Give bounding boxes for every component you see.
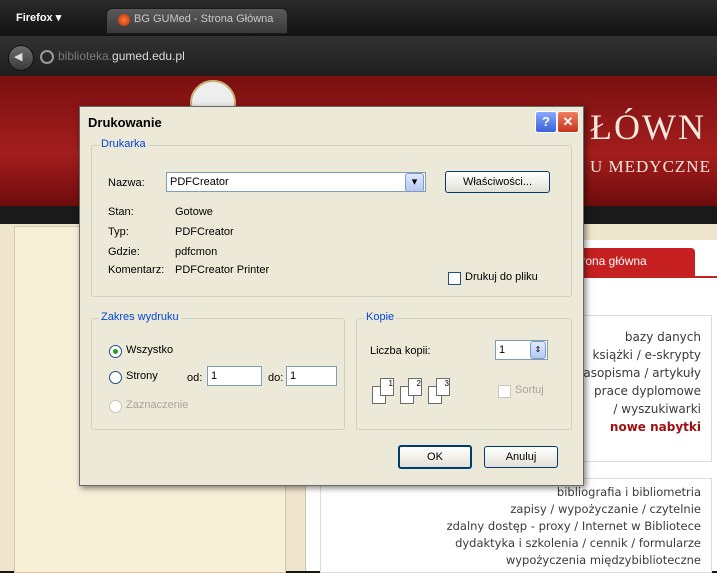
selection-label: Zaznaczenie [126,399,189,411]
printer-group-title: Drukarka [99,138,148,150]
type-label: Typ: [108,226,129,238]
print-range-group-title: Zakres wydruku [99,311,181,323]
collate-page-icon: 1 [380,378,394,396]
properties-button[interactable]: Właściwości... [445,171,550,193]
url-domain: gumed.edu.pl [112,49,185,63]
dialog-title: Drukowanie [88,115,162,130]
link-training[interactable]: dydaktyka i szkolenia / cennik / formula… [455,536,701,550]
to-label: do: [268,372,284,384]
page-range-radio[interactable] [109,371,122,384]
url-subdomain: biblioteka. [58,49,113,63]
collate-page-icon: 3 [436,378,450,396]
copies-value: 1 [499,344,506,356]
link-remote-access[interactable]: zdalny dostęp - proxy / Internet w Bibli… [447,519,701,533]
printer-name-label: Nazwa: [108,177,145,189]
close-button[interactable]: ✕ [557,111,579,133]
link-interlibrary-loan[interactable]: wypożyczenia międzybiblioteczne [506,553,701,567]
back-button[interactable]: ◀ [8,45,34,71]
header-subtitle: U MEDYCZNE [590,157,711,176]
header-title: ŁÓWN [590,107,706,147]
services-box: bibliografia i bibliometria zapisy / wyp… [320,478,712,573]
where-value: pdfcmon [175,246,218,258]
link-search-engines[interactable]: / wyszukiwarki [613,402,701,416]
back-arrow-icon: ◀ [14,51,23,63]
site-favicon-icon [118,14,130,26]
cancel-button[interactable]: Anuluj [484,446,558,468]
all-pages-radio[interactable] [109,345,122,358]
copies-group [356,318,572,430]
print-to-file-checkbox[interactable] [448,272,461,285]
site-identity-icon[interactable] [40,50,54,64]
link-lending[interactable]: zapisy / wypożyczanie / czytelnie [510,502,701,516]
collate-page-icon: 2 [408,378,422,396]
status-value: Gotowe [175,206,213,218]
ok-button[interactable]: OK [398,445,472,469]
link-journals[interactable]: czasopisma / artykuły [570,366,701,380]
collate-label: Sortuj [515,384,544,396]
type-value: PDFCreator [175,226,234,238]
comment-value: PDFCreator Printer [175,264,270,276]
print-to-file-label: Drukuj do pliku [465,271,538,283]
from-page-input[interactable]: 1 [207,366,262,386]
from-label: od: [187,372,203,384]
url-bar[interactable]: biblioteka.gumed.edu.pl [58,49,185,63]
copies-group-title: Kopie [364,311,397,323]
chevron-down-icon[interactable]: ▾ [405,173,424,192]
link-books[interactable]: książki / e-skrypty [592,348,701,362]
link-bibliography[interactable]: bibliografia i bibliometria [557,485,701,499]
all-pages-label: Wszystko [126,344,174,356]
link-new-acquisitions[interactable]: nowe nabytki [610,420,701,434]
tab-title: BG GUMed - Strona Główna [134,13,274,25]
link-databases[interactable]: bazy danych [625,330,701,344]
copies-label: Liczba kopii: [370,345,431,357]
printer-select-value: PDFCreator [170,176,229,188]
help-button[interactable]: ? [535,111,557,133]
status-label: Stan: [108,206,134,218]
where-label: Gdzie: [108,246,140,258]
link-theses[interactable]: prace dyplomowe [594,384,701,398]
to-page-input[interactable]: 1 [286,366,337,386]
comment-label: Komentarz: [108,264,165,276]
collate-checkbox[interactable] [498,385,511,398]
selection-radio[interactable] [109,400,122,413]
printer-select[interactable]: PDFCreator [166,172,426,192]
firefox-menu-button[interactable]: Firefox ▾ [10,9,67,27]
copies-spinner-icon[interactable]: ⇕ [530,341,546,359]
page-range-label: Strony [126,370,158,382]
